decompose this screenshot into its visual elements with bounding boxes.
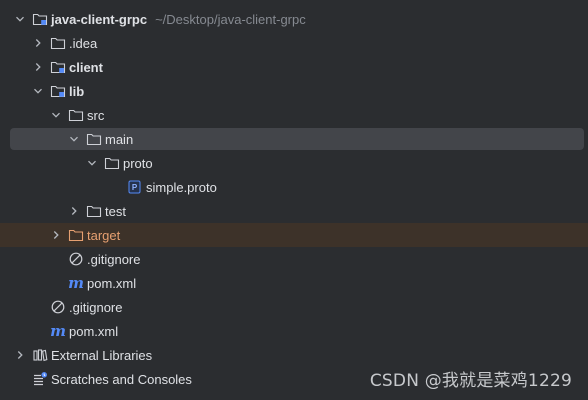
folder-icon (68, 107, 84, 123)
tree-label: simple.proto (146, 179, 217, 195)
project-path: ~/Desktop/java-client-grpc (155, 11, 306, 27)
proto-file-icon: P (127, 179, 143, 195)
tree-row-src[interactable]: src (0, 103, 588, 127)
module-folder-icon (50, 83, 66, 99)
chevron-down-icon[interactable] (86, 155, 98, 171)
chevron-down-icon[interactable] (50, 107, 62, 123)
module-folder-icon (32, 11, 48, 27)
tree-label: Scratches and Consoles (51, 371, 192, 387)
tree-label: pom.xml (69, 323, 119, 339)
folder-icon (104, 155, 120, 171)
tree-row-lib-pom[interactable]: m pom.xml (0, 271, 588, 295)
chevron-right-icon[interactable] (32, 35, 44, 51)
tree-label: .gitignore (69, 299, 123, 315)
tree-row-client[interactable]: client (0, 55, 588, 79)
chevron-down-icon[interactable] (32, 83, 44, 99)
tree-row-lib-gitignore[interactable]: .gitignore (0, 247, 588, 271)
tree-row-root[interactable]: java-client-grpc ~/Desktop/java-client-g… (0, 7, 588, 31)
tree-label: main (105, 131, 134, 147)
maven-icon: m (50, 322, 66, 340)
tree-label: pom.xml (87, 275, 137, 291)
tree-row-proto[interactable]: proto (0, 151, 588, 175)
folder-icon (50, 35, 66, 51)
tree-label: lib (69, 83, 85, 99)
tree-label: .idea (69, 35, 98, 51)
tree-label: src (87, 107, 105, 123)
gitignore-icon (68, 251, 84, 267)
maven-icon: m (68, 274, 84, 292)
tree-row-root-gitignore[interactable]: .gitignore (0, 295, 588, 319)
chevron-right-icon[interactable] (32, 59, 44, 75)
library-icon (32, 347, 48, 363)
excluded-folder-icon (68, 227, 84, 243)
tree-label: target (87, 227, 121, 243)
module-folder-icon (50, 59, 66, 75)
tree-label: External Libraries (51, 347, 153, 363)
chevron-down-icon[interactable] (14, 11, 26, 27)
tree-label: java-client-grpc (51, 11, 148, 27)
tree-row-lib[interactable]: lib (0, 79, 588, 103)
chevron-right-icon[interactable] (14, 347, 26, 363)
tree-row-main[interactable]: main (0, 127, 588, 151)
folder-icon (86, 203, 102, 219)
scratches-icon (32, 371, 48, 387)
tree-label: proto (123, 155, 153, 171)
tree-row-test[interactable]: test (0, 199, 588, 223)
tree-row-idea[interactable]: .idea (0, 31, 588, 55)
tree-label: test (105, 203, 126, 219)
project-tree: java-client-grpc ~/Desktop/java-client-g… (0, 7, 588, 391)
tree-row-simple-proto[interactable]: P simple.proto (0, 175, 588, 199)
tree-label: .gitignore (87, 251, 141, 267)
tree-label: client (69, 59, 103, 75)
tree-row-external-libraries[interactable]: External Libraries (0, 343, 588, 367)
chevron-right-icon[interactable] (50, 227, 62, 243)
svg-text:P: P (132, 183, 138, 192)
tree-row-target[interactable]: target (0, 223, 588, 247)
gitignore-icon (50, 299, 66, 315)
folder-icon (86, 131, 102, 147)
chevron-right-icon[interactable] (68, 203, 80, 219)
tree-row-root-pom[interactable]: m pom.xml (0, 319, 588, 343)
chevron-down-icon[interactable] (68, 131, 80, 147)
watermark: CSDN @我就是菜鸡1229 (369, 371, 572, 391)
